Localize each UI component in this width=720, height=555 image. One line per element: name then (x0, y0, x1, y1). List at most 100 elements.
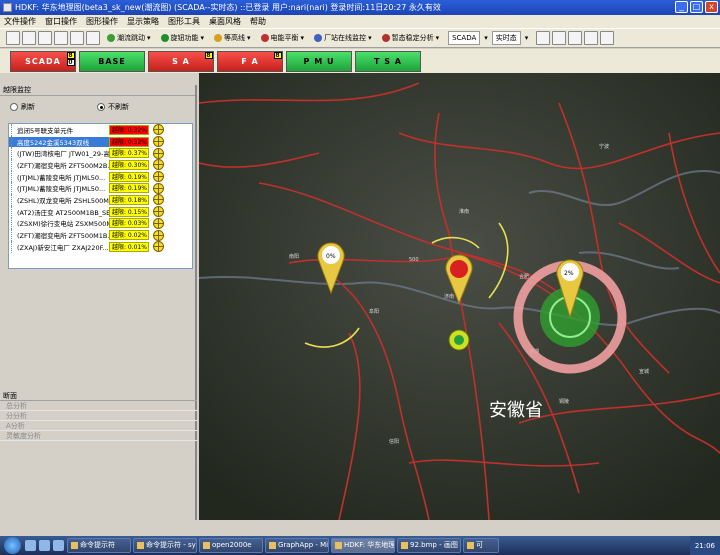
scada-badge-2: 0 (67, 58, 75, 66)
mode-base-button[interactable]: BASE (79, 50, 145, 72)
state-select[interactable]: 实时态 (491, 31, 521, 45)
svg-text:济南: 济南 (444, 293, 454, 300)
link-icon[interactable] (552, 31, 567, 45)
context-select[interactable]: SCADA (448, 31, 481, 45)
toolbar: 潮流跳动 ▾ 旋钮功能 ▾ 等高线 ▾ 电能平衡 ▾ 厂站在线监控 ▾ 暂态稳定… (0, 28, 720, 48)
radio-no-refresh-circle (97, 103, 105, 111)
tool-contour[interactable]: 等高线 ▾ (214, 33, 251, 43)
target-icon[interactable] (153, 182, 164, 194)
limit-row[interactable]: (ZFT)潮宿变电所 ZFT500M1B... 越限: 0.02% (9, 229, 192, 241)
window-icon[interactable] (584, 31, 599, 45)
target-icon[interactable] (153, 229, 164, 241)
limit-row[interactable]: (JTW)田湾核电厂 JTW01_29-高 越限: 0.37% (9, 147, 192, 160)
task-hdkf[interactable]: HDKF: 华东地理图... (331, 538, 395, 553)
geo-map[interactable]: 南阳500济南 合肥徐州阜阳 宁波信阳芜湖 淮南宣城铜陵 安徽省 0% (199, 73, 720, 520)
target-icon[interactable] (153, 217, 164, 229)
transient-icon (381, 34, 390, 42)
menu-window[interactable]: 窗口操作 (45, 16, 77, 27)
mode-bar: SCADA 8 0 BASE S A8 F A8 P M U T S A (0, 49, 720, 73)
key-icon[interactable] (568, 31, 583, 45)
tool-button-1[interactable] (6, 31, 20, 45)
mode-scada-button[interactable]: SCADA 8 0 (10, 50, 76, 72)
svg-text:淮南: 淮南 (459, 208, 469, 215)
task-paint[interactable]: 92.bmp - 画图 (397, 538, 461, 553)
tool-button-2[interactable] (22, 31, 36, 45)
svg-text:500: 500 (409, 257, 419, 263)
task-other[interactable]: 可 (463, 538, 499, 553)
target-icon[interactable] (153, 194, 164, 206)
limit-row[interactable]: (ZXAJ)新安江电厂 ZXAJ220F... 越限: 0.01% (9, 240, 192, 253)
marker-green[interactable] (448, 329, 470, 351)
limit-row[interactable]: (ZSHL)双龙变电所 ZSHL500M... 越限: 0.18% (9, 194, 192, 206)
menu-help[interactable]: 帮助 (250, 16, 266, 27)
section-title: 断面 (0, 391, 197, 401)
section-item[interactable]: A分析 (0, 421, 197, 431)
target-icon[interactable] (153, 206, 164, 218)
limit-row[interactable]: (JTJML)蓄陵变电所 JTJML50... 越限: 0.19% (9, 182, 192, 195)
sa-badge: 8 (205, 51, 213, 59)
section-item[interactable]: 总分析 (0, 401, 197, 411)
quicklaunch-icon-3[interactable] (53, 540, 64, 551)
radio-refresh[interactable]: 刷新 (10, 102, 35, 112)
tool-button-4[interactable] (54, 31, 68, 45)
target-icon[interactable] (153, 241, 164, 253)
tool-station-monitor[interactable]: 厂站在线监控 ▾ (314, 33, 372, 43)
tool-button-3[interactable] (38, 31, 52, 45)
target-icon[interactable] (153, 159, 164, 171)
target-icon[interactable] (153, 124, 164, 136)
radio-refresh-circle (10, 103, 18, 111)
menu-graphics[interactable]: 图形操作 (86, 16, 118, 27)
svg-text:铜陵: 铜陵 (559, 398, 569, 405)
menu-desktop[interactable]: 桌面风格 (209, 16, 241, 27)
radio-no-refresh[interactable]: 不刷新 (97, 102, 129, 112)
tree-line (11, 205, 15, 218)
quicklaunch-icon-1[interactable] (25, 540, 36, 551)
limit-row[interactable]: (AT2)汤庄变 AT2500M1BB_SE... 越限: 0.15% (9, 205, 192, 218)
menu-file[interactable]: 文件操作 (4, 16, 36, 27)
limit-value: 越限: 0.02% (109, 230, 149, 241)
limit-row[interactable]: 追闭5号联支单元件 越限: 0.32% (9, 124, 192, 136)
screen-icon[interactable] (600, 31, 615, 45)
limit-row-text: (AT2)汤庄变 AT2500M1BB_SE... (17, 208, 109, 217)
target-icon[interactable] (153, 171, 164, 183)
mode-tsa-button[interactable]: T S A (355, 50, 421, 72)
limit-value: 越限: 0.03% (109, 218, 149, 229)
limit-value: 越限: 0.30% (109, 159, 149, 170)
tool-transient-analysis[interactable]: 暂态稳定分析 ▾ (381, 33, 439, 43)
section-item[interactable]: 分分析 (0, 411, 197, 421)
tool-knob[interactable]: 旋钮功能 ▾ (160, 33, 204, 43)
task-cmd-2[interactable]: 命令提示符 - sync... (133, 538, 197, 553)
limit-row[interactable]: (ZSXM)徐行变电站 ZSXM500M... 越限: 0.03% (9, 217, 192, 230)
close-button[interactable]: x (705, 1, 718, 13)
mode-sa-button[interactable]: S A8 (148, 50, 214, 72)
menu-display[interactable]: 显示策略 (127, 16, 159, 27)
province-label: 安徽省 (489, 400, 543, 421)
window-title: HDKF: 华东地理图(beta3_sk_new(潮流图) (SCADA--实时… (15, 3, 441, 12)
task-graphapp[interactable]: GraphApp - Microso... (265, 538, 329, 553)
settings-icon[interactable] (536, 31, 551, 45)
task-cmd-1[interactable]: 命令提示符 (67, 538, 131, 553)
start-button[interactable] (4, 537, 21, 554)
svg-text:2%: 2% (564, 270, 574, 277)
target-icon[interactable] (153, 147, 164, 159)
section-panel: 断面 总分析 分分析 A分析 灵敏度分析 (0, 391, 197, 441)
section-item[interactable]: 灵敏度分析 (0, 431, 197, 441)
tool-flow-animation[interactable]: 潮流跳动 ▾ (107, 33, 151, 43)
tool-energy-balance[interactable]: 电能平衡 ▾ (260, 33, 304, 43)
limit-row[interactable]: 高度5242金溪5343双线 越限: 0.32% (9, 135, 192, 148)
target-icon[interactable] (153, 136, 164, 148)
mode-fa-button[interactable]: F A8 (217, 50, 283, 72)
maximize-button[interactable]: □ (690, 1, 703, 13)
menu-tools[interactable]: 图形工具 (168, 16, 200, 27)
mode-pmu-button[interactable]: P M U (286, 50, 352, 72)
limit-row[interactable]: (JTJML)蓄陵变电所 JTJML50... 越限: 0.19% (9, 170, 192, 183)
tree-line (11, 182, 15, 195)
limit-row[interactable]: (ZFT)潮宿变电所 ZFT500M2B... 越限: 0.30% (9, 159, 192, 171)
minimize-button[interactable]: _ (675, 1, 688, 13)
hand-icon[interactable] (86, 31, 100, 45)
tool-button-5[interactable] (70, 31, 84, 45)
task-open2000e[interactable]: open2000e (199, 538, 263, 553)
limit-row-text: (ZSHL)双龙变电所 ZSHL500M... (17, 196, 109, 205)
panel-title: 越限监控 (0, 85, 195, 96)
quicklaunch-icon-2[interactable] (39, 540, 50, 551)
